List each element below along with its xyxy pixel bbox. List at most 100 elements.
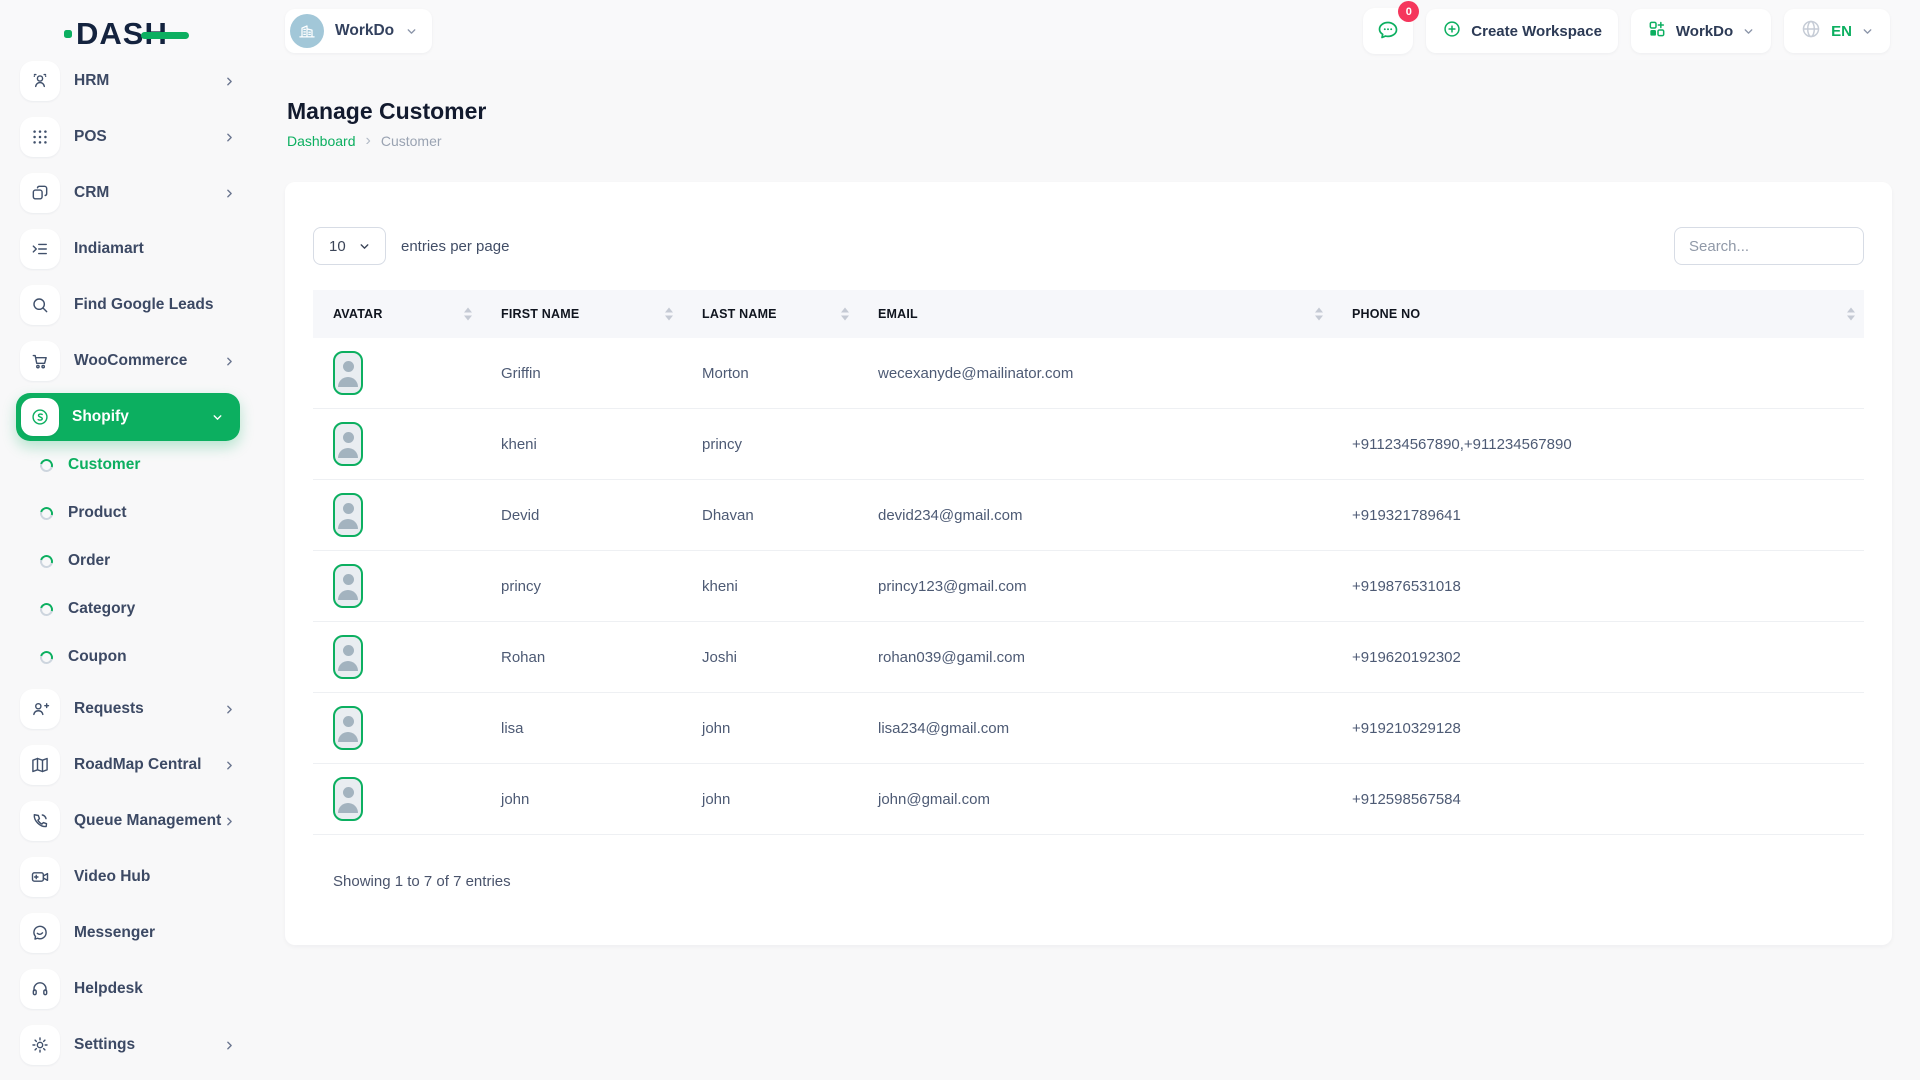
sidebar-item-label: RoadMap Central — [74, 756, 201, 774]
sidebar-subitem-label: Customer — [68, 456, 140, 474]
chevron-right-icon: › — [366, 134, 371, 148]
cell-first-name: princy — [481, 551, 682, 622]
sidebar-subitem-coupon[interactable]: Coupon — [0, 633, 262, 681]
messenger-icon — [20, 913, 60, 953]
hrm-icon — [20, 61, 60, 101]
indiamart-icon — [20, 229, 60, 269]
header-row: AVATAR FIRST NAME LAST NAME EMAIL PHONE … — [313, 290, 1864, 338]
chevron-down-icon — [1742, 25, 1755, 38]
chevron-right-icon — [223, 759, 236, 772]
sidebar-subitem-label: Category — [68, 600, 135, 618]
breadcrumb-dashboard-link[interactable]: Dashboard — [287, 133, 356, 149]
sidebar-item-roadmap-central[interactable]: RoadMap Central — [0, 737, 262, 793]
table-wrapper: AVATAR FIRST NAME LAST NAME EMAIL PHONE … — [313, 290, 1864, 835]
column-header-avatar[interactable]: AVATAR — [313, 290, 481, 338]
cell-phone: +911234567890,+911234567890 — [1332, 409, 1864, 480]
cell-last-name: john — [682, 693, 858, 764]
column-label: EMAIL — [878, 307, 918, 321]
sidebar-item-helpdesk[interactable]: Helpdesk — [0, 961, 262, 1017]
sidebar-item-hrm[interactable]: HRM — [0, 60, 262, 109]
cell-first-name: Griffin — [481, 338, 682, 409]
logo-dot-icon — [64, 30, 72, 38]
sidebar-item-settings[interactable]: Settings — [0, 1017, 262, 1073]
sort-icon — [1847, 308, 1855, 321]
customers-table: AVATAR FIRST NAME LAST NAME EMAIL PHONE … — [313, 290, 1864, 835]
workspace-name: WorkDo — [335, 22, 394, 40]
cell-last-name: Joshi — [682, 622, 858, 693]
sidebar-item-label: Queue Management — [74, 812, 221, 830]
column-header-last-name[interactable]: LAST NAME — [682, 290, 858, 338]
page-title: Manage Customer — [287, 98, 1920, 125]
sidebar-subitem-order[interactable]: Order — [0, 537, 262, 585]
sidebar-item-label: Shopify — [72, 408, 129, 426]
cell-phone: +919210329128 — [1332, 693, 1864, 764]
table-toolbar: 10 entries per page — [313, 227, 1864, 265]
cell-first-name: kheni — [481, 409, 682, 480]
customer-avatar — [333, 493, 363, 537]
cell-phone — [1332, 338, 1864, 409]
sidebar-item-indiamart[interactable]: Indiamart — [0, 221, 262, 277]
sidebar-item-pos[interactable]: POS — [0, 109, 262, 165]
cell-email: wecexanyde@mailinator.com — [858, 338, 1332, 409]
circle-bullet-icon — [38, 504, 56, 522]
sidebar-subitem-category[interactable]: Category — [0, 585, 262, 633]
customer-avatar — [333, 706, 363, 750]
column-header-email[interactable]: EMAIL — [858, 290, 1332, 338]
cell-last-name: Dhavan — [682, 480, 858, 551]
headset-icon — [20, 969, 60, 1009]
workdo-menu-button[interactable]: WorkDo — [1631, 9, 1771, 53]
cell-phone: +919321789641 — [1332, 480, 1864, 551]
sidebar-item-label: POS — [74, 128, 107, 146]
create-workspace-button[interactable]: Create Workspace — [1426, 9, 1618, 53]
sidebar-item-shopify[interactable]: Shopify — [16, 393, 240, 441]
cell-avatar — [313, 622, 481, 693]
sort-icon — [665, 308, 673, 321]
cell-first-name: Devid — [481, 480, 682, 551]
cell-avatar — [313, 338, 481, 409]
chevron-right-icon — [223, 815, 236, 828]
phone-icon — [20, 801, 60, 841]
sidebar-item-woocommerce[interactable]: WooCommerce — [0, 333, 262, 389]
sidebar-item-find-google-leads[interactable]: Find Google Leads — [0, 277, 262, 333]
chevron-down-icon — [405, 25, 418, 38]
chevron-right-icon — [223, 1039, 236, 1052]
pos-icon — [20, 117, 60, 157]
table-row: lisa john lisa234@gmail.com +91921032912… — [313, 693, 1864, 764]
column-header-phone-no[interactable]: PHONE NO — [1332, 290, 1864, 338]
sidebar-item-label: WooCommerce — [74, 352, 187, 370]
sidebar-item-label: Find Google Leads — [74, 296, 214, 314]
sort-icon — [1315, 308, 1323, 321]
entries-per-page-label: entries per page — [401, 238, 509, 255]
sidebar-item-crm[interactable]: CRM — [0, 165, 262, 221]
sidebar-subitem-customer[interactable]: Customer — [0, 441, 262, 489]
workspace-switcher[interactable]: WorkDo — [285, 9, 432, 53]
video-icon — [20, 857, 60, 897]
cell-avatar — [313, 480, 481, 551]
language-selector[interactable]: EN — [1784, 9, 1890, 53]
sidebar-item-label: HRM — [74, 72, 109, 90]
column-header-first-name[interactable]: FIRST NAME — [481, 290, 682, 338]
sidebar-item-messenger[interactable]: Messenger — [0, 905, 262, 961]
sidebar-item-requests[interactable]: Requests — [0, 681, 262, 737]
cell-avatar — [313, 764, 481, 835]
dash-logo[interactable]: DASH — [64, 18, 189, 49]
customer-avatar — [333, 777, 363, 821]
sort-icon — [464, 308, 472, 321]
user-plus-icon — [20, 689, 60, 729]
language-label: EN — [1831, 23, 1852, 40]
search-input[interactable] — [1674, 227, 1864, 265]
table-summary: Showing 1 to 7 of 7 entries — [333, 873, 511, 890]
circle-bullet-icon — [38, 456, 56, 474]
page-size-select[interactable]: 10 — [313, 227, 386, 265]
chevron-right-icon — [223, 75, 236, 88]
sidebar-item-video-hub[interactable]: Video Hub — [0, 849, 262, 905]
table-row: Devid Dhavan devid234@gmail.com +9193217… — [313, 480, 1864, 551]
cell-avatar — [313, 693, 481, 764]
cell-phone: +912598567584 — [1332, 764, 1864, 835]
messages-button[interactable]: 0 — [1363, 8, 1413, 54]
cell-email: princy123@gmail.com — [858, 551, 1332, 622]
sidebar-item-queue-management[interactable]: Queue Management — [0, 793, 262, 849]
customer-avatar — [333, 564, 363, 608]
sidebar-subitem-product[interactable]: Product — [0, 489, 262, 537]
cell-last-name: Morton — [682, 338, 858, 409]
